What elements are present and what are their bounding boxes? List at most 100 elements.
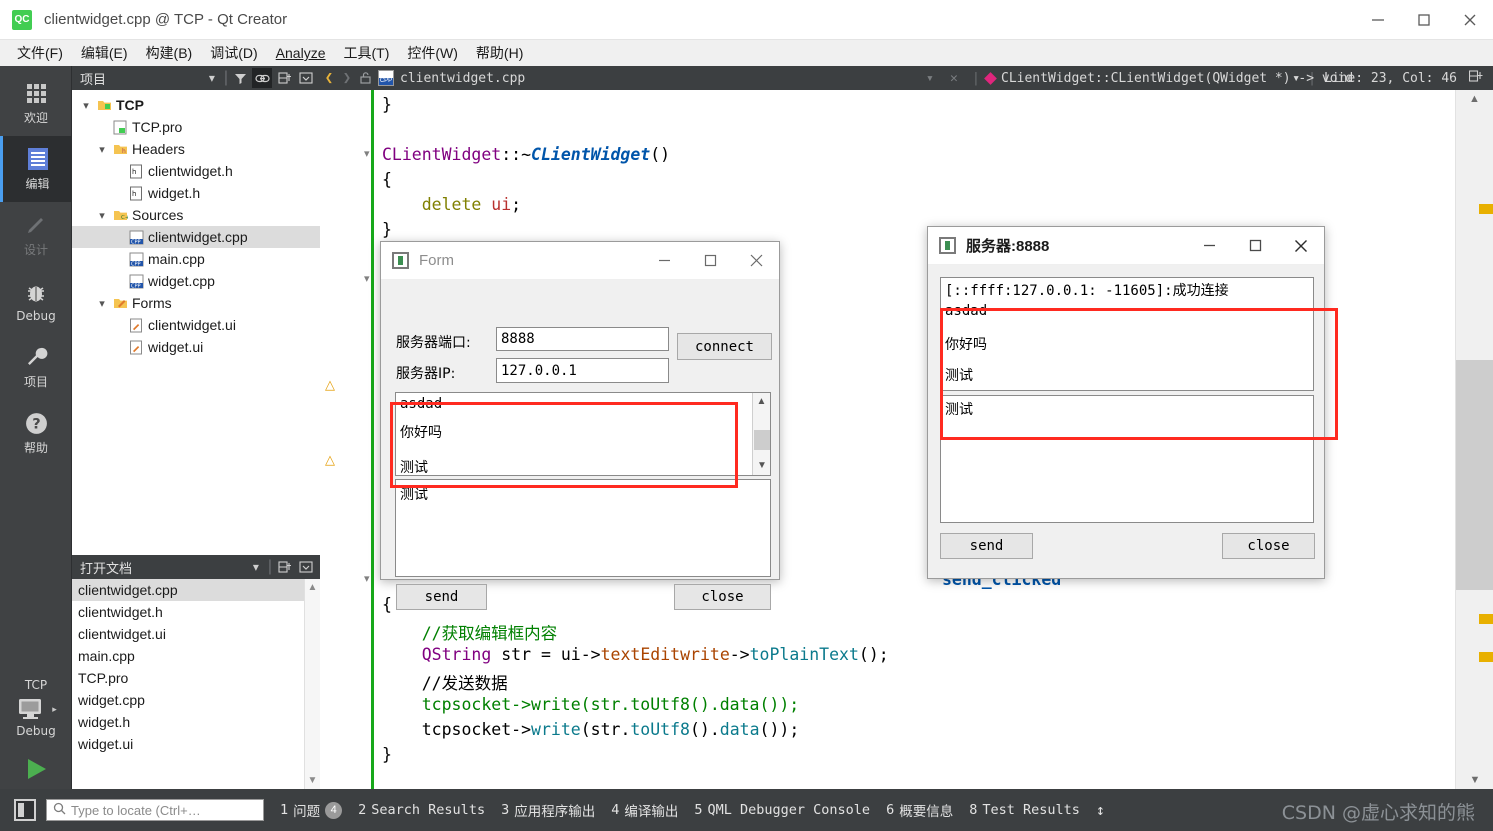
output-pane-compile-output[interactable]: 4 编译输出: [611, 800, 678, 820]
open-doc-item[interactable]: clientwidget.ui: [72, 623, 320, 645]
tree-row-clientwidget-h[interactable]: h clientwidget.h: [72, 160, 320, 182]
open-doc-item[interactable]: TCP.pro: [72, 667, 320, 689]
link-icon[interactable]: [252, 68, 272, 88]
output-pane-test-results[interactable]: 8 Test Results: [969, 802, 1080, 818]
scroll-up-icon[interactable]: ▲: [753, 393, 770, 411]
scroll-up-icon[interactable]: ▲: [1456, 90, 1493, 108]
scroll-down-icon[interactable]: ▼: [308, 775, 318, 786]
mode-projects[interactable]: 项目: [0, 334, 72, 400]
open-doc-item[interactable]: widget.ui: [72, 733, 320, 755]
maximize-icon[interactable]: [687, 242, 733, 280]
output-pane-problems[interactable]: 1 问题 4: [280, 800, 343, 820]
menu-analyze[interactable]: Analyze: [267, 42, 335, 64]
menu-tools[interactable]: 工具(T): [334, 40, 398, 66]
fold-marker-icon[interactable]: ▾: [364, 272, 370, 285]
tree-row-widget-cpp[interactable]: CPP widget.cpp: [72, 270, 320, 292]
minimize-icon[interactable]: [1186, 227, 1232, 265]
mode-edit[interactable]: 编辑: [0, 136, 72, 202]
editor-symbol-selector[interactable]: CLientWidget::CLientWidget(QWidget *) ->…: [984, 71, 1353, 86]
menu-widgets[interactable]: 控件(W): [398, 40, 467, 66]
output-pane-qml-debugger-console[interactable]: 5 QML Debugger Console: [694, 802, 870, 818]
open-doc-item[interactable]: main.cpp: [72, 645, 320, 667]
tree-row-main-cpp[interactable]: CPP main.cpp: [72, 248, 320, 270]
editor-file-selector[interactable]: clientwidget.cpp: [378, 70, 525, 86]
mode-welcome[interactable]: 欢迎: [0, 70, 72, 136]
server-dialog[interactable]: 服务器:8888 [::ffff:127.0.0.1: -11605]:成功连接…: [927, 226, 1325, 579]
close-icon[interactable]: [733, 242, 779, 280]
chevron-down-icon[interactable]: ▾: [202, 68, 222, 88]
run-icon[interactable]: [22, 756, 50, 782]
back-arrow-icon[interactable]: ❮: [320, 70, 338, 86]
tree-row-tcp-pro[interactable]: TCP.pro: [72, 116, 320, 138]
open-documents-list[interactable]: clientwidget.cpp clientwidget.h clientwi…: [72, 579, 320, 789]
editor-scrollbar[interactable]: ▲ ▼: [1455, 90, 1493, 789]
client-send-button[interactable]: send: [396, 584, 487, 610]
mode-design[interactable]: 设计: [0, 202, 72, 268]
scrollbar-thumb[interactable]: [754, 430, 770, 450]
editor-file-dropdown-icon[interactable]: ▾: [920, 71, 940, 86]
fold-marker-icon[interactable]: ▾: [364, 147, 370, 160]
warning-marker-icon[interactable]: △: [323, 378, 337, 392]
tree-row-headers[interactable]: ▾ h Headers: [72, 138, 320, 160]
split-editor-icon[interactable]: [1465, 69, 1487, 87]
server-log-view[interactable]: [::ffff:127.0.0.1: -11605]:成功连接 asdad 你好…: [940, 277, 1314, 391]
client-message-input[interactable]: 测试: [395, 479, 771, 577]
search-input[interactable]: Type to locate (Ctrl+…: [46, 799, 264, 821]
server-send-button[interactable]: send: [940, 533, 1033, 559]
split-icon[interactable]: [274, 68, 294, 88]
tree-row-forms[interactable]: ▾ Forms: [72, 292, 320, 314]
menu-file[interactable]: 文件(F): [8, 40, 72, 66]
mode-help[interactable]: ? 帮助: [0, 400, 72, 466]
editor-file-close-icon[interactable]: ✕: [944, 71, 964, 86]
scroll-up-icon[interactable]: ▲: [308, 582, 318, 593]
split-icon[interactable]: [274, 557, 294, 577]
scroll-down-icon[interactable]: ▼: [1456, 771, 1493, 789]
sidebar-toggle-icon[interactable]: [14, 799, 36, 821]
tree-row-clientwidget-cpp[interactable]: CPP clientwidget.cpp: [72, 226, 320, 248]
open-doc-item[interactable]: widget.cpp: [72, 689, 320, 711]
chevron-down-icon[interactable]: ▾: [94, 143, 110, 156]
filter-icon[interactable]: [230, 68, 250, 88]
client-log-view[interactable]: asdad 你好吗 测试 ▲ ▼: [395, 392, 771, 476]
tree-row-sources[interactable]: ▾ C+ Sources: [72, 204, 320, 226]
kit-selector[interactable]: ▸: [0, 696, 72, 722]
server-close-button[interactable]: close: [1222, 533, 1315, 559]
scrollbar-thumb[interactable]: [1456, 360, 1493, 590]
unlock-icon[interactable]: [356, 70, 374, 86]
open-doc-item[interactable]: clientwidget.h: [72, 601, 320, 623]
minimize-icon[interactable]: [641, 242, 687, 280]
connect-button[interactable]: connect: [677, 333, 772, 360]
mode-debug[interactable]: Debug: [0, 268, 72, 334]
expand-updown-icon[interactable]: ↕: [1096, 801, 1105, 819]
maximize-icon[interactable]: [1232, 227, 1278, 265]
close-icon[interactable]: [1447, 0, 1493, 40]
menu-edit[interactable]: 编辑(E): [72, 40, 137, 66]
output-pane-general-messages[interactable]: 6 概要信息: [886, 800, 953, 820]
ip-input[interactable]: 127.0.0.1: [496, 358, 669, 383]
chevron-down-icon[interactable]: ▾: [78, 99, 94, 112]
client-form-dialog[interactable]: Form 服务器端口: 8888 服务器IP: 127.0.0.1 connec…: [380, 241, 780, 610]
close-icon[interactable]: [1278, 227, 1324, 265]
chevron-down-icon[interactable]: ▾: [246, 557, 266, 577]
output-pane-application-output[interactable]: 3 应用程序输出: [501, 800, 595, 820]
minimize-icon[interactable]: [1355, 0, 1401, 40]
open-documents-scrollbar[interactable]: ▲ ▼: [304, 579, 320, 789]
fold-marker-icon[interactable]: ▾: [364, 572, 370, 585]
warning-marker-icon[interactable]: △: [323, 453, 337, 467]
close-pane-icon[interactable]: [296, 557, 316, 577]
server-message-input[interactable]: 测试: [940, 395, 1314, 523]
client-log-scrollbar[interactable]: ▲ ▼: [752, 393, 770, 475]
tree-row-clientwidget-ui[interactable]: clientwidget.ui: [72, 314, 320, 336]
tree-row-widget-h[interactable]: h widget.h: [72, 182, 320, 204]
project-tree[interactable]: ▾ TCP TCP.pro ▾ h Headers h clientwidget…: [72, 90, 320, 555]
output-pane-search-results[interactable]: 2 Search Results: [358, 802, 485, 818]
close-pane-icon[interactable]: [296, 68, 316, 88]
menu-build[interactable]: 构建(B): [137, 40, 202, 66]
port-input[interactable]: 8888: [496, 327, 669, 351]
chevron-down-icon[interactable]: ▾: [94, 209, 110, 222]
scroll-down-icon[interactable]: ▼: [753, 457, 770, 475]
client-close-button[interactable]: close: [674, 584, 771, 610]
tree-row-tcp[interactable]: ▾ TCP: [72, 94, 320, 116]
menu-debug[interactable]: 调试(D): [201, 40, 266, 66]
menu-help[interactable]: 帮助(H): [467, 40, 532, 66]
